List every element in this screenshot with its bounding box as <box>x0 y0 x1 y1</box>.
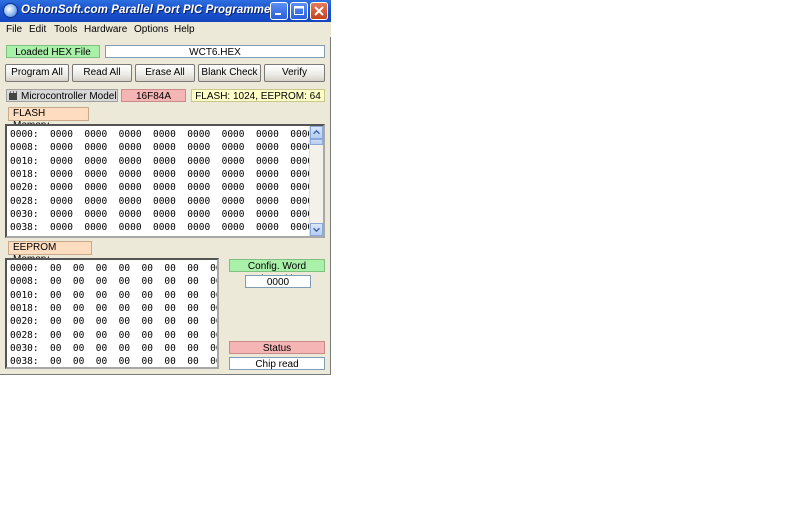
eeprom-row: 0018: 00 00 00 00 00 00 00 00 <box>10 302 219 314</box>
blank-check-button[interactable]: Blank Check <box>198 64 261 82</box>
chevron-up-icon <box>313 129 320 135</box>
title-bar[interactable]: OshonSoft.com Parallel Port PIC Programm… <box>0 0 331 22</box>
erase-all-button[interactable]: Erase All <box>135 64 195 82</box>
eeprom-row: 0038: 00 00 00 00 00 00 00 00 <box>10 356 219 368</box>
minimize-button[interactable] <box>270 2 288 20</box>
menu-options[interactable]: Options <box>134 24 168 35</box>
menu-hardware[interactable]: Hardware <box>84 24 127 35</box>
flash-row: 0000: 0000 0000 0000 0000 0000 0000 0000… <box>10 129 314 140</box>
minimize-icon <box>275 13 281 15</box>
flash-row: 0020: 0000 0000 0000 0000 0000 0000 0000… <box>10 182 314 194</box>
programmer-window: OshonSoft.com Parallel Port PIC Programm… <box>0 0 331 375</box>
microcontroller-model-select[interactable]: 16F84A <box>121 89 186 102</box>
config-word-field[interactable]: 0000 <box>245 275 311 288</box>
eeprom-row: 0008: 00 00 00 00 00 00 00 00 <box>10 276 219 288</box>
maximize-button[interactable] <box>290 2 308 20</box>
flash-row: 0028: 0000 0000 0000 0000 0000 0000 0000… <box>10 195 314 207</box>
maximize-icon <box>294 6 304 15</box>
eeprom-memory-label: EEPROM Memory <box>8 241 92 265</box>
menu-tools[interactable]: Tools <box>54 24 77 35</box>
close-icon <box>314 6 324 16</box>
memory-info: FLASH: 1024, EEPROM: 64 <box>191 89 325 102</box>
config-word-label: Config. Word (2007h) <box>229 259 325 285</box>
flash-row: 0010: 0000 0000 0000 0000 0000 0000 0000… <box>10 155 314 167</box>
eeprom-row: 0000: 00 00 00 00 00 00 00 00 <box>10 263 219 274</box>
eeprom-row: 0010: 00 00 00 00 00 00 00 00 <box>10 289 219 301</box>
flash-scrollbar[interactable] <box>309 126 323 236</box>
chip-icon <box>9 91 17 100</box>
scroll-up-button[interactable] <box>310 126 323 139</box>
microcontroller-label-text: Microcontroller Model <box>21 91 117 102</box>
status-field: Chip read <box>229 357 325 370</box>
menu-help[interactable]: Help <box>174 24 195 35</box>
flash-row: 0018: 0000 0000 0000 0000 0000 0000 0000… <box>10 168 314 180</box>
eeprom-row: 0020: 00 00 00 00 00 00 00 00 <box>10 316 219 328</box>
close-button[interactable] <box>310 2 328 20</box>
flash-row: 0030: 0000 0000 0000 0000 0000 0000 0000… <box>10 208 314 220</box>
verify-button[interactable]: Verify <box>264 64 325 82</box>
menu-bar: File Edit Tools Hardware Options Help <box>0 22 331 37</box>
flash-row: 0038: 0000 0000 0000 0000 0000 0000 0000… <box>10 222 314 234</box>
eeprom-row: 0028: 00 00 00 00 00 00 00 00 <box>10 329 219 341</box>
program-all-button[interactable]: Program All <box>5 64 69 82</box>
scroll-thumb[interactable] <box>310 139 323 145</box>
status-label: Status <box>229 341 325 354</box>
flash-row: 0008: 0000 0000 0000 0000 0000 0000 0000… <box>10 142 314 154</box>
read-all-button[interactable]: Read All <box>72 64 132 82</box>
eeprom-row: 0030: 00 00 00 00 00 00 00 00 <box>10 342 219 354</box>
loaded-hex-field[interactable]: WCT6.HEX <box>105 45 325 58</box>
app-icon <box>3 3 18 18</box>
chevron-down-icon <box>313 227 320 233</box>
eeprom-memory-view[interactable]: 0000: 00 00 00 00 00 00 00 00 0008: 00 0… <box>5 258 219 369</box>
scroll-down-button[interactable] <box>310 223 323 236</box>
loaded-hex-label: Loaded HEX File <box>6 45 100 58</box>
microcontroller-label: Microcontroller Model <box>6 89 118 102</box>
menu-edit[interactable]: Edit <box>29 24 46 35</box>
menu-file[interactable]: File <box>6 24 22 35</box>
window-title: OshonSoft.com Parallel Port PIC Programm… <box>21 4 276 16</box>
flash-memory-label: FLASH Memory <box>8 107 89 131</box>
flash-memory-view[interactable]: 0000: 0000 0000 0000 0000 0000 0000 0000… <box>5 124 325 238</box>
